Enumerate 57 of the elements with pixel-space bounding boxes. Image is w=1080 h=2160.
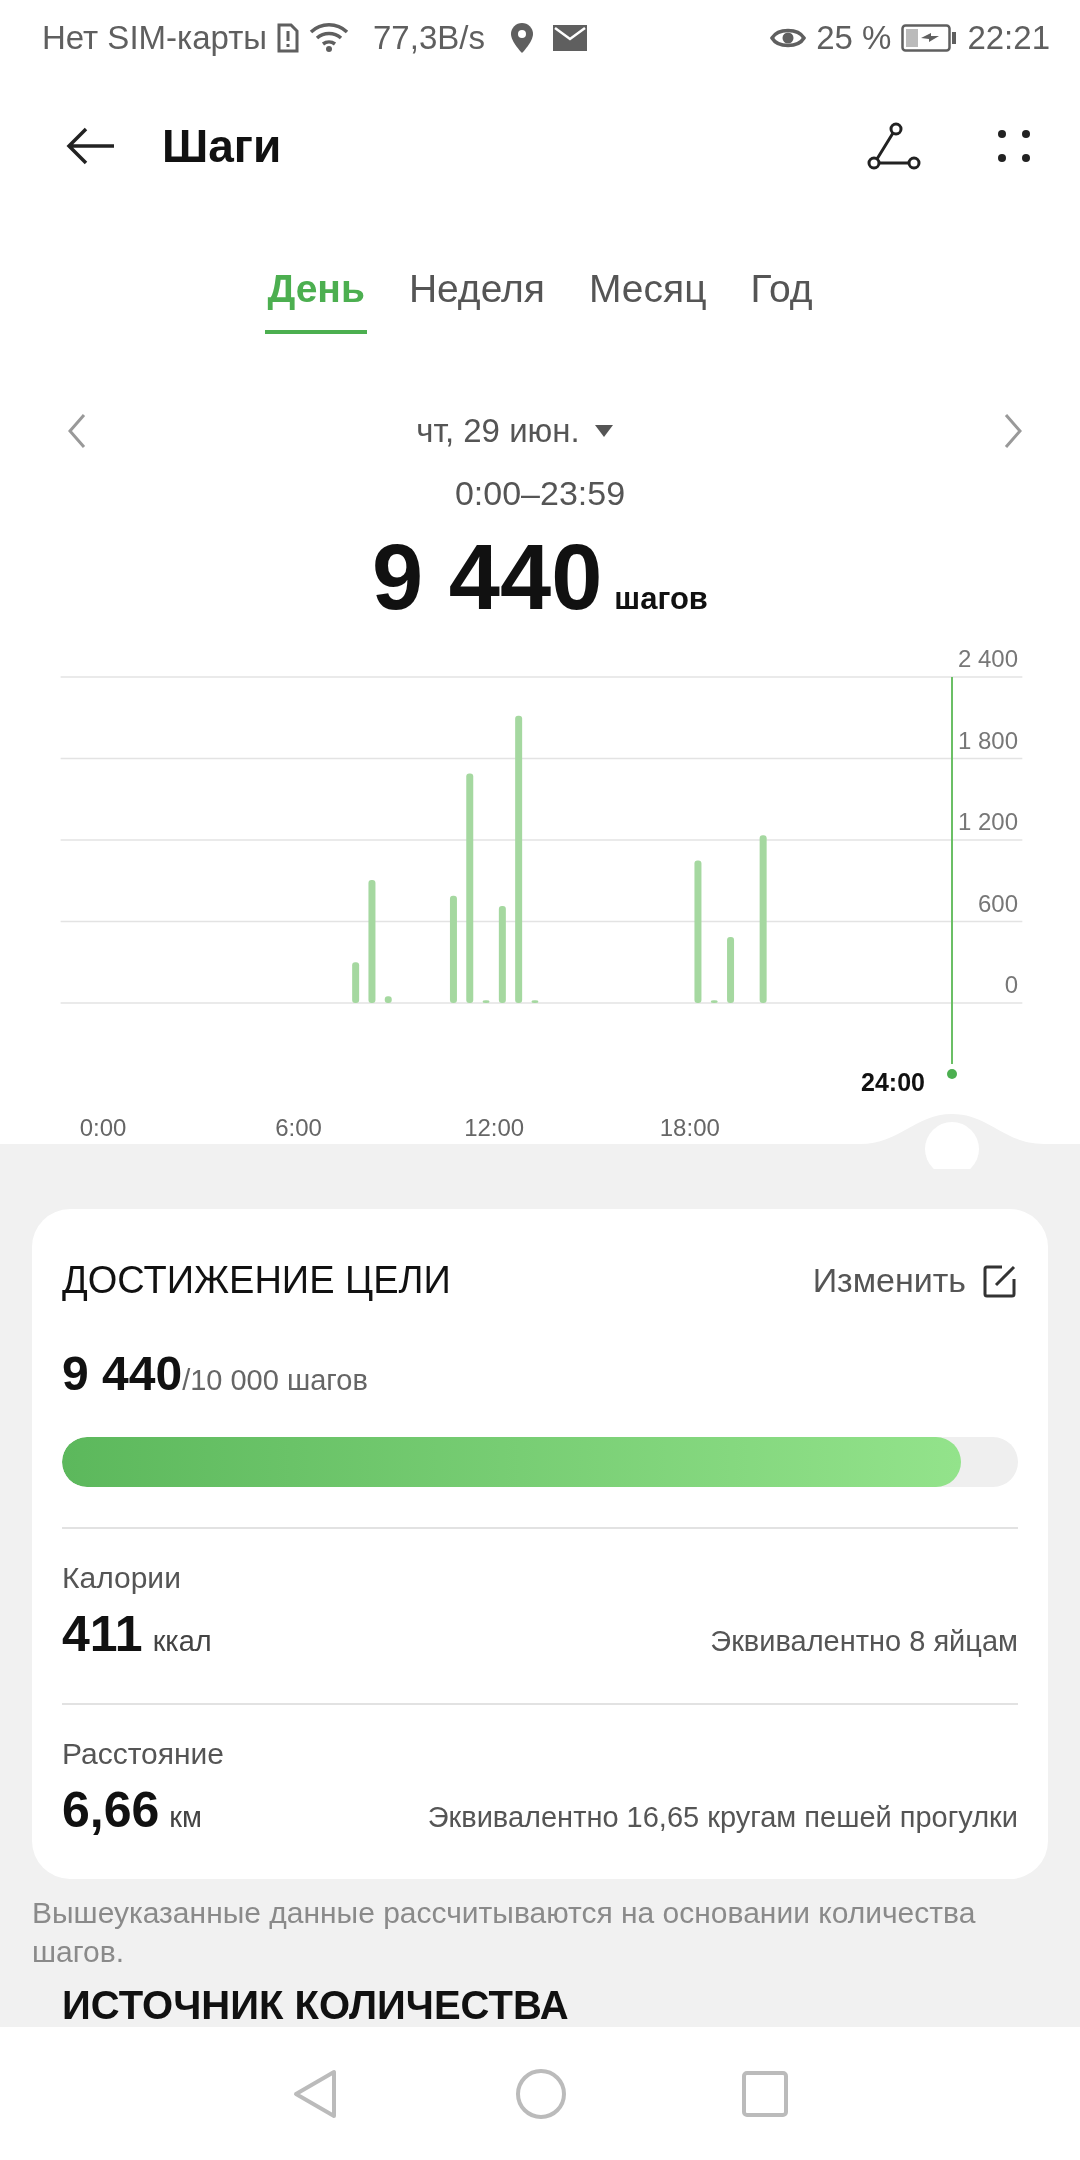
y-axis-label: 600: [977, 889, 1018, 917]
metric-value: 6,66: [62, 1781, 160, 1839]
y-axis-label: 1 200: [957, 808, 1018, 835]
chevron-left-icon: [66, 413, 88, 449]
chart-bar: [710, 1000, 718, 1003]
step-count: 9 440: [372, 531, 603, 623]
carrier-text: Нет SIM-карты: [42, 19, 267, 57]
battery-percent: 25 %: [816, 19, 892, 57]
metric-label: Расстояние: [62, 1737, 226, 1771]
x-axis-label: 6:00: [275, 1114, 322, 1141]
home-circle-icon: [515, 2067, 567, 2120]
cursor-time-label: 24:00: [861, 1068, 925, 1096]
recents-square-icon: [742, 2070, 788, 2117]
card-title: ДОСТИЖЕНИЕ ЦЕЛИ: [62, 1259, 451, 1302]
battery-icon: [901, 24, 958, 52]
back-arrow-icon: [66, 126, 116, 166]
caret-icon: [593, 424, 614, 438]
y-axis-label: 2 400: [957, 645, 1018, 672]
sim-alert-icon: [277, 23, 299, 53]
recents-nav-button[interactable]: [742, 2070, 788, 2117]
mail-icon: [552, 25, 587, 51]
chart-bar: [482, 1000, 490, 1003]
edit-button[interactable]: Изменить: [812, 1261, 1018, 1300]
x-axis-label: 12:00: [464, 1114, 525, 1141]
chevron-right-icon: [1002, 413, 1024, 449]
metric-label: Калории: [62, 1561, 182, 1595]
y-axis-label: 0: [1004, 971, 1018, 998]
chart-bar: [531, 1000, 539, 1003]
goal-target: /10 000 шагов: [182, 1364, 368, 1397]
home-nav-button[interactable]: [515, 2067, 567, 2120]
period-tab[interactable]: Неделя: [406, 266, 547, 334]
network-speed: 77,3B/s: [373, 19, 485, 57]
x-axis-label: 0:00: [79, 1114, 127, 1141]
time-cursor[interactable]: [947, 676, 957, 1079]
route-icon: [866, 121, 922, 171]
metric-value: 411: [62, 1605, 143, 1663]
chart-bar: [352, 962, 360, 1003]
x-axis-label: 18:00: [659, 1114, 720, 1141]
goal-progress-value: 9 440: [62, 1346, 183, 1401]
page-title: Шаги: [162, 119, 283, 173]
footnote: Вышеуказанные данные рассчитываются на основании количества шагов.: [32, 1895, 977, 1970]
metric-equivalent: Эквивалентно 16,65 кругам пешей прогулки: [427, 1801, 1018, 1834]
section-title: ИСТОЧНИК КОЛИЧЕСТВА: [61, 1983, 570, 2027]
metric-equivalent: Эквивалентно 8 яйцам: [710, 1625, 1018, 1658]
chart-bar: [384, 996, 392, 1003]
metric-unit: ккал: [152, 1625, 212, 1658]
date-picker[interactable]: чт, 29 июн.: [410, 411, 620, 451]
wifi-icon: [309, 22, 349, 54]
period-tab[interactable]: Год: [748, 266, 815, 334]
time-range: 0:00–23:59: [453, 474, 627, 513]
metric-unit: км: [169, 1801, 202, 1834]
period-tab[interactable]: Месяц: [586, 266, 709, 334]
step-unit: шагов: [614, 581, 708, 617]
y-axis-label: 1 800: [957, 726, 1018, 754]
location-pin-icon: [508, 22, 535, 54]
clock-time: 22:21: [967, 19, 1050, 57]
chart-bar: [727, 937, 735, 1003]
